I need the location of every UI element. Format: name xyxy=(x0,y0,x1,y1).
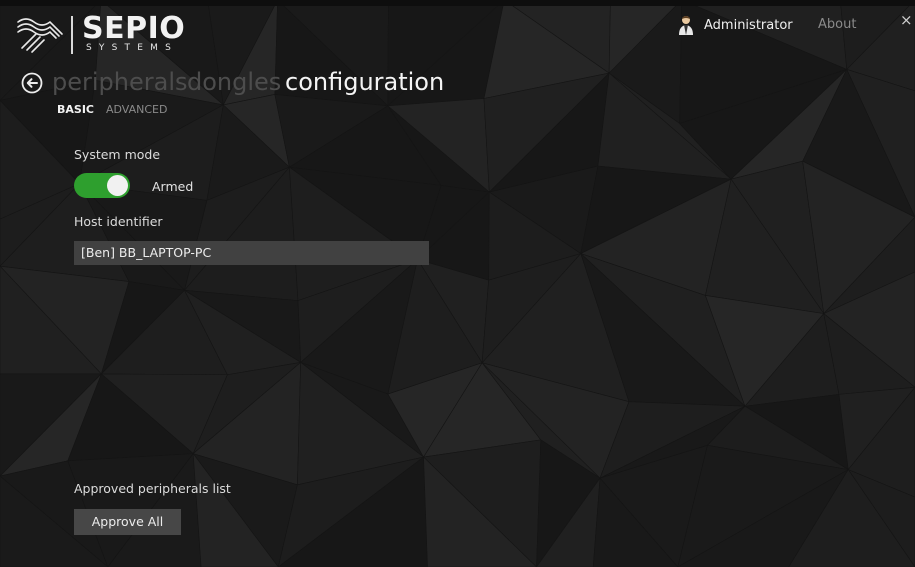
user-name: Administrator xyxy=(704,17,793,33)
logo-divider xyxy=(71,16,73,54)
user-avatar-icon xyxy=(679,16,693,35)
subtab-basic[interactable]: BASIC xyxy=(57,103,94,117)
approved-peripherals-label: Approved peripherals list xyxy=(74,481,231,496)
app-window: SEPIO SYSTEMS Administrator About × peri… xyxy=(0,0,915,567)
sepio-wave-icon xyxy=(17,18,63,53)
tab-peripherals[interactable]: peripherals xyxy=(52,66,188,98)
back-button[interactable] xyxy=(21,72,43,94)
subtab-advanced[interactable]: ADVANCED xyxy=(106,103,167,117)
system-mode-toggle[interactable] xyxy=(74,173,130,198)
tab-configuration[interactable]: configuration xyxy=(285,66,444,98)
window-top-border xyxy=(0,0,915,6)
about-link[interactable]: About xyxy=(818,17,856,32)
tab-dongles[interactable]: dongles xyxy=(187,66,281,98)
close-icon[interactable]: × xyxy=(900,11,913,29)
toggle-knob xyxy=(107,175,128,196)
brand-tagline: SYSTEMS xyxy=(86,43,178,53)
approve-all-button[interactable]: Approve All xyxy=(74,509,181,535)
brand-name: SEPIO xyxy=(82,11,186,46)
host-identifier-label: Host identifier xyxy=(74,214,163,229)
host-identifier-field[interactable]: [Ben] BB_LAPTOP-PC xyxy=(74,241,429,265)
system-mode-label: System mode xyxy=(74,147,161,162)
user-menu[interactable]: Administrator xyxy=(678,14,793,36)
system-mode-state: Armed xyxy=(152,179,194,194)
brand-logo: SEPIO SYSTEMS xyxy=(16,10,186,56)
